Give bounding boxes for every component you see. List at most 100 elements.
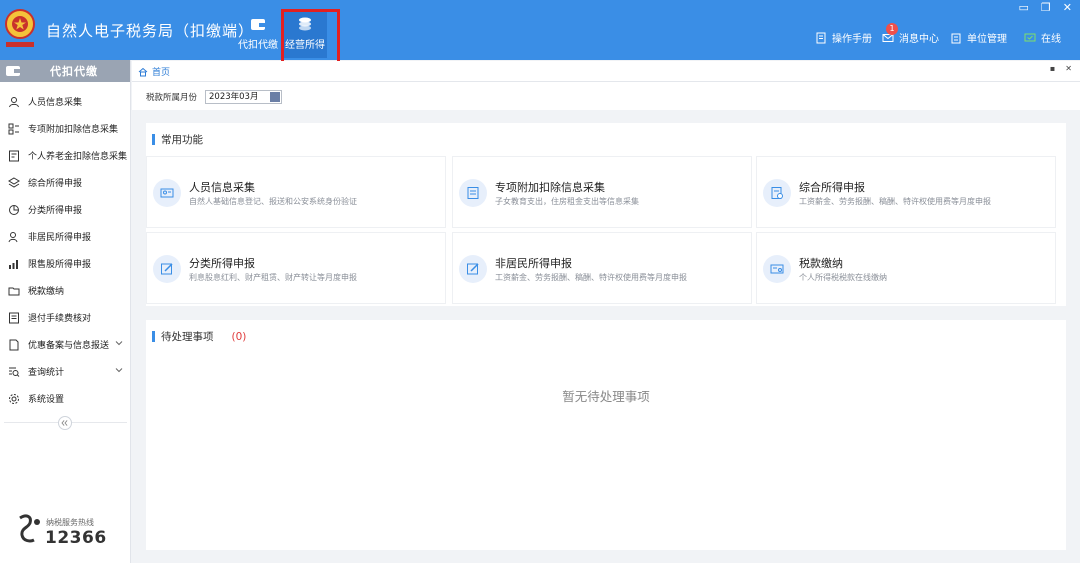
sidebar-item-personnel[interactable]: 人员信息采集: [0, 88, 130, 115]
sidebar-item-nonresident[interactable]: 非居民所得申报: [0, 223, 130, 250]
minimize-icon[interactable]: ▭: [1019, 1, 1029, 14]
sidebar-item-label: 查询统计: [28, 368, 65, 378]
sidebar-item-special-deduction[interactable]: 专项附加扣除信息采集: [0, 115, 130, 142]
card-comprehensive[interactable]: 综合所得申报 工资薪金、劳务报酬、稿酬、特许权使用费等月度申报: [756, 156, 1056, 228]
filter-bar: 税款所属月份 2023年03月: [132, 82, 1080, 110]
payment-icon: [763, 255, 791, 283]
layers-icon: [8, 176, 20, 188]
sidebar-item-settings[interactable]: 系统设置: [0, 385, 130, 412]
card-desc: 工资薪金、劳务报酬、稿酬、特许权使用费等月度申报: [495, 273, 687, 282]
tab-restore-icon[interactable]: ▪: [1050, 64, 1055, 73]
sidebar-item-tax-payment[interactable]: 税款缴纳: [0, 277, 130, 304]
card-nonresident[interactable]: 非居民所得申报 工资薪金、劳务报酬、稿酬、特许权使用费等月度申报: [452, 232, 752, 304]
file-icon: [9, 339, 19, 350]
sidebar-item-query[interactable]: 查询统计: [0, 358, 130, 385]
chevron-down-icon: [115, 341, 123, 346]
search-list-icon: [9, 367, 20, 377]
card-title: 专项附加扣除信息采集: [495, 181, 605, 194]
card-title: 分类所得申报: [189, 257, 255, 270]
list-icon: [8, 123, 19, 134]
sidebar-item-restricted-stock[interactable]: 限售股所得申报: [0, 250, 130, 277]
building-icon: [951, 33, 961, 43]
service-hotline: 纳税服务热线 12366: [16, 512, 126, 552]
report-icon: [763, 179, 791, 207]
hotline-logo-icon: [19, 514, 40, 543]
message-count-badge: 1: [886, 23, 898, 35]
sidebar-item-label: 退付手续费核对: [28, 314, 92, 324]
tab-bar: 首页 ▪ ✕: [132, 61, 1080, 82]
sidebar-item-fee-check[interactable]: 退付手续费核对: [0, 304, 130, 331]
sidebar-item-label: 系统设置: [28, 395, 65, 405]
card-desc: 自然人基础信息登记、报送和公安系统身份验证: [189, 197, 357, 206]
monitor-check-icon: [1024, 33, 1036, 41]
unit-management-link[interactable]: 单位管理: [950, 30, 1007, 45]
card-personnel[interactable]: 人员信息采集 自然人基础信息登记、报送和公安系统身份验证: [146, 156, 446, 228]
sidebar: 代扣代缴 人员信息采集 专项附加扣除信息采集 个人养老金扣除信息采集 综合所得申…: [0, 60, 131, 563]
manual-label: 操作手册: [832, 34, 872, 45]
period-select[interactable]: 2023年03月: [205, 90, 282, 104]
restore-icon[interactable]: ❐: [1041, 1, 1051, 14]
panel-header: 常用功能: [152, 132, 203, 147]
person-outline-icon: [8, 231, 18, 242]
app-title: 自然人电子税务局（扣缴端）: [46, 22, 255, 40]
tab-close-icon[interactable]: ✕: [1065, 64, 1072, 73]
sidebar-item-comprehensive[interactable]: 综合所得申报: [0, 169, 130, 196]
tab-home[interactable]: 首页: [138, 65, 170, 78]
tab-controls: ▪ ✕: [1050, 64, 1072, 73]
id-card-icon: [153, 179, 181, 207]
online-status[interactable]: 在线: [1024, 30, 1061, 45]
edit-icon: [459, 255, 487, 283]
card-title: 人员信息采集: [189, 181, 255, 194]
book-icon: [816, 32, 826, 43]
sidebar-item-label: 综合所得申报: [28, 179, 83, 189]
section-accent: [152, 331, 155, 342]
edit-icon: [153, 255, 181, 283]
card-classified[interactable]: 分类所得申报 利息股息红利、财产租赁、财产转让等月度申报: [146, 232, 446, 304]
collapse-sidebar-icon[interactable]: [58, 416, 72, 430]
module-tab-business-income[interactable]: 经营所得: [283, 12, 327, 58]
window-controls: ▭ ❐ ✕: [1019, 1, 1073, 14]
pension-icon: [9, 150, 19, 161]
online-label: 在线: [1041, 34, 1061, 45]
sidebar-item-classified[interactable]: 分类所得申报: [0, 196, 130, 223]
hotline-number: 12366: [45, 528, 107, 548]
card-desc: 个人所得税税款在线缴纳: [799, 273, 887, 282]
sidebar-item-label: 税款缴纳: [28, 287, 65, 297]
sidebar-item-label: 个人养老金扣除信息采集: [28, 152, 128, 162]
card-desc: 利息股息红利、财产租赁、财产转让等月度申报: [189, 273, 357, 282]
pending-items-panel: 待处理事项 (0) 暂无待处理事项: [146, 320, 1066, 550]
tax-emblem-icon: [5, 9, 35, 47]
person-icon: [9, 96, 19, 107]
gear-icon: [9, 393, 19, 404]
close-icon[interactable]: ✕: [1063, 1, 1072, 14]
period-label: 税款所属月份: [146, 93, 198, 103]
bar-chart-icon: [9, 259, 18, 269]
calendar-dropdown-icon[interactable]: [270, 92, 280, 102]
card-tax-payment[interactable]: 税款缴纳 个人所得税税款在线缴纳: [756, 232, 1056, 304]
empty-message: 暂无待处理事项: [562, 389, 650, 404]
pending-count: (0): [231, 330, 247, 343]
sidebar-item-label: 人员信息采集: [28, 98, 83, 108]
document-icon: [9, 312, 19, 323]
sidebar-item-pension[interactable]: 个人养老金扣除信息采集: [0, 142, 130, 169]
manual-link[interactable]: 操作手册: [815, 30, 872, 45]
module-tab-withholding[interactable]: 代扣代缴: [236, 12, 280, 58]
section-title: 常用功能: [161, 134, 203, 146]
unit-label: 单位管理: [967, 34, 1007, 45]
common-functions-panel: 常用功能 人员信息采集 自然人基础信息登记、报送和公安系统身份验证 专项附加扣除…: [146, 123, 1066, 306]
sidebar-item-label: 限售股所得申报: [28, 260, 92, 270]
card-desc: 工资薪金、劳务报酬、稿酬、特许权使用费等月度申报: [799, 197, 991, 206]
panel-header: 待处理事项 (0): [152, 329, 246, 344]
card-title: 税款缴纳: [799, 257, 843, 270]
deduction-icon: [459, 179, 487, 207]
sidebar-item-label: 非居民所得申报: [28, 233, 92, 243]
sidebar-item-label: 优惠备案与信息报送: [28, 341, 110, 351]
coins-icon: [299, 17, 311, 31]
section-title: 待处理事项: [161, 331, 214, 343]
card-special-deduction[interactable]: 专项附加扣除信息采集 子女教育支出，住房租金支出等信息采集: [452, 156, 752, 228]
chevron-down-icon: [115, 368, 123, 373]
sidebar-item-preferential[interactable]: 优惠备案与信息报送: [0, 331, 130, 358]
module-label: 代扣代缴: [238, 40, 278, 51]
module-label: 经营所得: [285, 40, 325, 51]
pie-icon: [9, 204, 19, 215]
